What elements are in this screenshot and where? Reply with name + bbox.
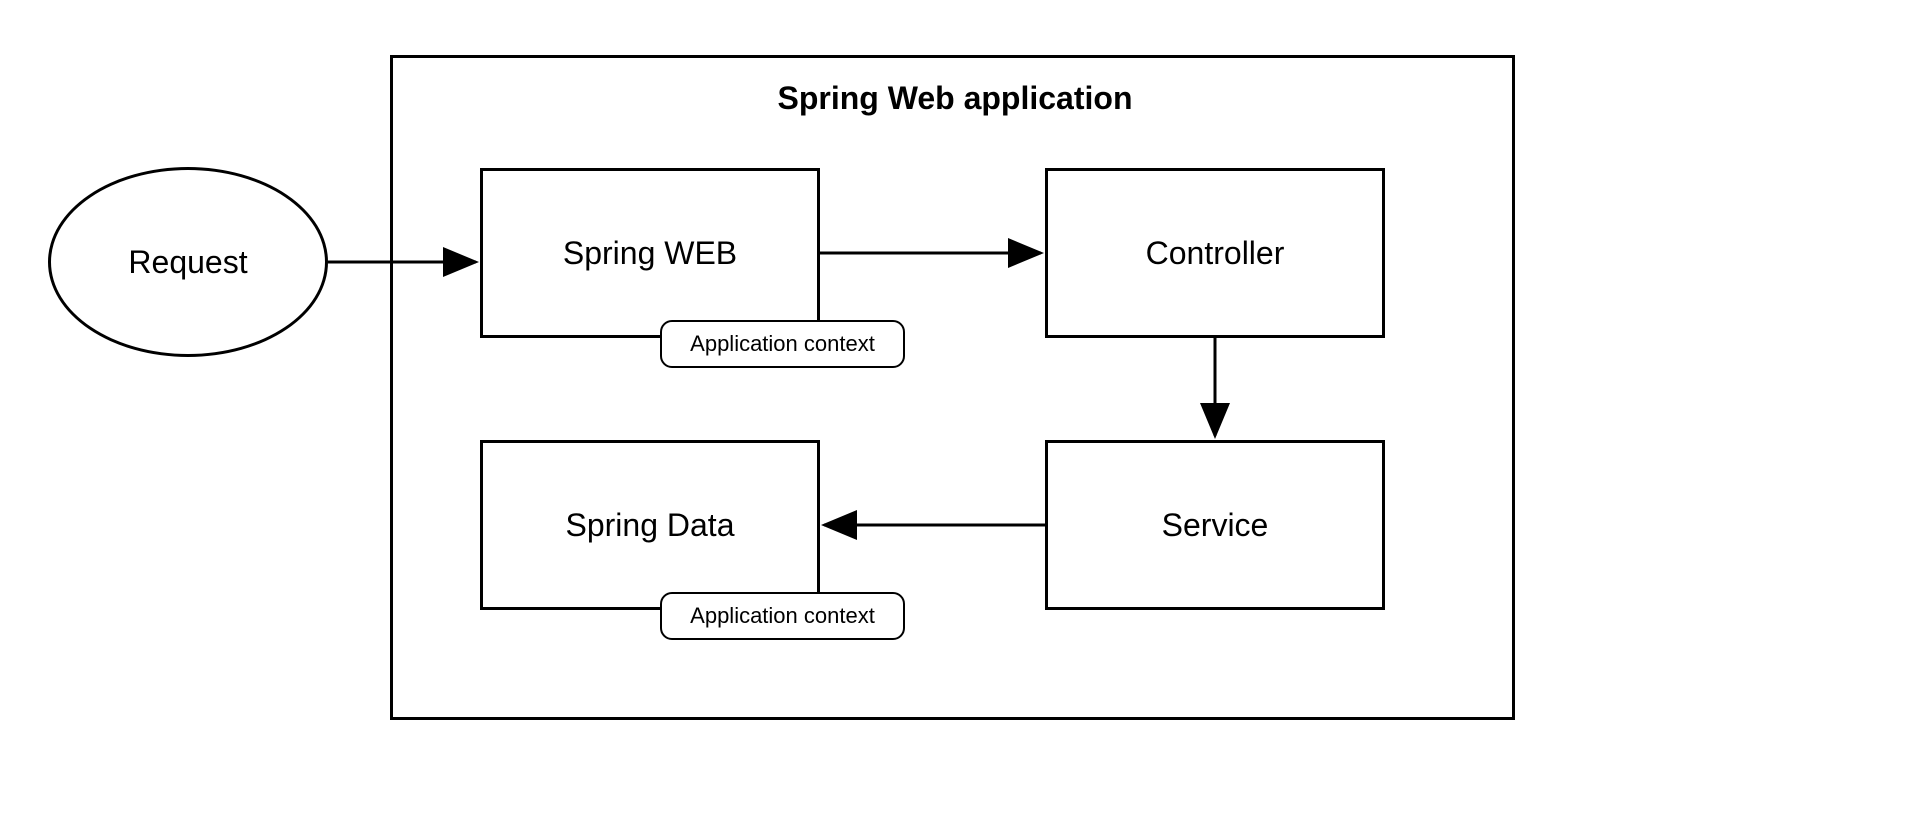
- app-context-2-label: Application context: [690, 603, 875, 629]
- app-context-2: Application context: [660, 592, 905, 640]
- controller-node: Controller: [1045, 168, 1385, 338]
- spring-web-node: Spring WEB: [480, 168, 820, 338]
- request-node: Request: [48, 167, 328, 357]
- architecture-diagram: Spring Web application Request Spring WE…: [0, 0, 1922, 820]
- app-context-1-label: Application context: [690, 331, 875, 357]
- spring-data-label: Spring Data: [566, 507, 735, 544]
- container-title: Spring Web application: [680, 80, 1230, 117]
- app-context-1: Application context: [660, 320, 905, 368]
- request-label: Request: [128, 244, 247, 281]
- spring-web-label: Spring WEB: [563, 235, 737, 272]
- controller-label: Controller: [1146, 235, 1285, 272]
- spring-app-container: [390, 55, 1515, 720]
- service-node: Service: [1045, 440, 1385, 610]
- spring-data-node: Spring Data: [480, 440, 820, 610]
- service-label: Service: [1162, 507, 1269, 544]
